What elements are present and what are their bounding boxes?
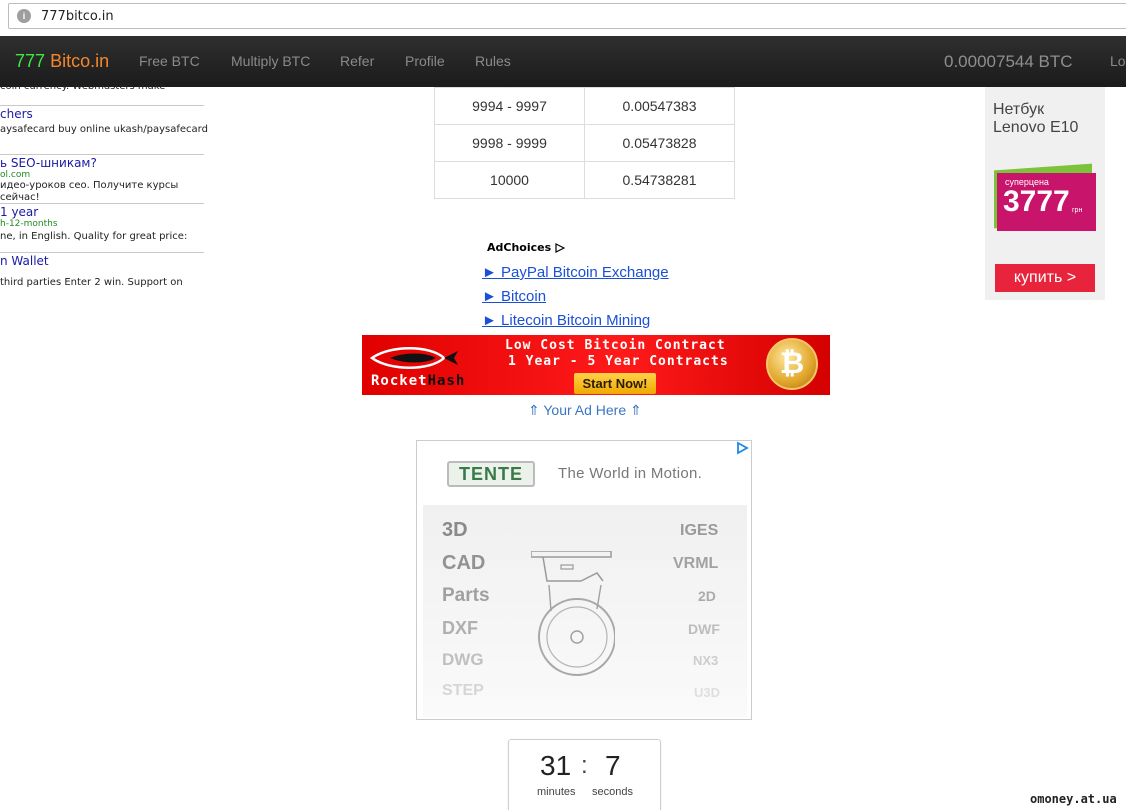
timer-minutes: 31 bbox=[540, 750, 572, 781]
nav-login-truncated[interactable]: Lo bbox=[1110, 53, 1126, 69]
countdown-timer: 31 : 7 minutes seconds bbox=[508, 739, 661, 810]
caster-wheel-icon bbox=[531, 551, 615, 676]
format-left-3d: 3D bbox=[442, 519, 468, 541]
timer-seconds-label: seconds bbox=[592, 786, 633, 798]
text-ad-desc: ne, in English. Quality for great price: bbox=[0, 231, 188, 242]
formats-panel: 3D CAD Parts DXF DWG STEP IGES VRML 2D D… bbox=[423, 505, 747, 717]
text-ad-5[interactable]: n Wallet third parties Enter 2 win. Supp… bbox=[0, 254, 204, 289]
address-bar[interactable]: i 777bitco.in bbox=[8, 3, 1126, 29]
format-right-vrml: VRML bbox=[673, 555, 719, 572]
roll-range-cell: 9994 - 9997 bbox=[434, 87, 585, 125]
bitcoin-coin-icon: ₿ bbox=[766, 338, 818, 390]
tente-tagline: The World in Motion. bbox=[558, 465, 703, 482]
text-ad-2[interactable]: chers aysafecard buy online ukash/paysaf… bbox=[0, 107, 208, 136]
adchoices-text: AdChoices bbox=[487, 241, 552, 254]
ad-link-litecoin-bitcoin-mining[interactable]: ► Litecoin Bitcoin Mining bbox=[482, 312, 650, 329]
netbook-title-line2: Lenovo E10 bbox=[993, 119, 1079, 136]
text-ad-title[interactable]: n Wallet bbox=[0, 254, 204, 268]
format-left-step: STEP bbox=[442, 682, 484, 699]
text-ad-url: ol.com bbox=[0, 170, 31, 180]
format-right-iges: IGES bbox=[680, 522, 719, 539]
table-row: 10000 0.54738281 bbox=[434, 161, 735, 199]
payout-table: 9994 - 9997 0.00547383 9998 - 9999 0.054… bbox=[434, 87, 735, 199]
text-ad-title[interactable]: ь SEO-шникам? bbox=[0, 156, 204, 170]
nav-profile[interactable]: Profile bbox=[405, 53, 445, 69]
format-right-nx3: NX3 bbox=[693, 653, 719, 668]
adchoices-icon bbox=[555, 243, 566, 253]
nav-multiply-btc[interactable]: Multiply BTC bbox=[231, 53, 310, 69]
format-left-cad: CAD bbox=[442, 552, 486, 574]
logo-rocket: Rocket bbox=[371, 373, 428, 389]
nav-free-btc[interactable]: Free BTC bbox=[139, 53, 200, 69]
banner-headline: Low Cost Bitcoin Contract bbox=[505, 338, 726, 353]
start-now-button[interactable]: Start Now! bbox=[574, 373, 656, 394]
netbook-price: 3777 bbox=[1003, 185, 1070, 218]
text-ad-3[interactable]: ь SEO-шникам? ol.com идео-уроков сео. По… bbox=[0, 156, 204, 204]
ad-info-icon[interactable] bbox=[735, 441, 749, 455]
buy-button[interactable]: купить > bbox=[995, 264, 1095, 292]
banner-subheadline: 1 Year - 5 Year Contracts bbox=[508, 354, 729, 369]
text-ad-desc: aysafecard buy online ukash/paysafecard bbox=[0, 124, 208, 135]
text-ad-desc: third parties Enter 2 win. Support on bbox=[0, 277, 183, 288]
tente-display-ad[interactable]: TENTE The World in Motion. 3D CAD Parts … bbox=[416, 440, 752, 720]
timer-separator: : bbox=[581, 752, 588, 779]
payout-cell: 0.00547383 bbox=[584, 87, 735, 125]
format-left-dwg: DWG bbox=[442, 650, 484, 669]
price-currency: грн bbox=[1072, 207, 1083, 214]
payout-cell: 0.05473828 bbox=[584, 124, 735, 162]
netbook-title: Нетбук Lenovo E10 bbox=[993, 101, 1078, 137]
adchoices-label[interactable]: AdChoices bbox=[487, 241, 566, 254]
page-root: i 777bitco.in 777 Bitco.in Free BTC Mult… bbox=[0, 0, 1126, 810]
ad-divider bbox=[0, 154, 204, 155]
logo-hash: Hash bbox=[427, 373, 466, 389]
format-right-u3d: U3D bbox=[694, 685, 721, 700]
text-ad-url: h-12-months bbox=[0, 219, 58, 229]
browser-address-bar-area: i 777bitco.in bbox=[0, 0, 1126, 34]
table-row: 9998 - 9999 0.05473828 bbox=[434, 124, 735, 162]
ad-link-bitcoin[interactable]: ► Bitcoin bbox=[482, 288, 546, 305]
watermark: omoney.at.ua bbox=[1030, 792, 1117, 806]
text-ad-4[interactable]: 1 year h-12-months ne, in English. Quali… bbox=[0, 205, 204, 243]
rockethash-banner[interactable]: RocketHash Low Cost Bitcoin Contract 1 Y… bbox=[362, 335, 830, 395]
logo-part-bitcoin: Bitco.in bbox=[50, 51, 110, 71]
rocket-logo-icon bbox=[370, 347, 458, 369]
your-ad-here-link[interactable]: ⇑ Your Ad Here ⇑ bbox=[528, 402, 642, 419]
format-right-2d: 2D bbox=[698, 588, 716, 604]
timer-minutes-label: minutes bbox=[537, 786, 576, 798]
text-ad-title[interactable]: chers bbox=[0, 107, 204, 121]
roll-range-cell: 9998 - 9999 bbox=[434, 124, 585, 162]
rockethash-logo-text: RocketHash bbox=[371, 373, 465, 389]
format-left-dxf: DXF bbox=[442, 618, 478, 638]
format-left-parts: Parts bbox=[442, 585, 490, 606]
text-ad-title[interactable]: 1 year bbox=[0, 205, 204, 219]
nav-rules[interactable]: Rules bbox=[475, 53, 511, 69]
roll-range-cell: 10000 bbox=[434, 161, 585, 199]
ad-link-paypal-bitcoin-exchange[interactable]: ► PayPal Bitcoin Exchange bbox=[482, 264, 669, 281]
format-right-dwf: DWF bbox=[688, 621, 720, 637]
table-row: 9994 - 9997 0.00547383 bbox=[434, 87, 735, 125]
text-ad-1[interactable]: coin currency. Webmasters make bbox=[0, 81, 204, 93]
top-navbar: 777 Bitco.in Free BTC Multiply BTC Refer… bbox=[0, 36, 1126, 87]
ad-divider bbox=[0, 252, 204, 253]
site-logo[interactable]: 777 Bitco.in bbox=[15, 51, 109, 72]
netbook-ad[interactable]: Нетбук Lenovo E10 суперцена 3777 грн куп… bbox=[985, 87, 1105, 300]
timer-seconds: 7 bbox=[605, 750, 621, 781]
site-info-icon[interactable]: i bbox=[17, 9, 31, 23]
ad-divider bbox=[0, 105, 204, 106]
tente-logo: TENTE bbox=[447, 461, 535, 487]
ad-divider bbox=[0, 203, 204, 204]
btc-balance: 0.00007544 BTC bbox=[944, 52, 1073, 71]
text-ad-desc: coin currency. Webmasters make bbox=[0, 81, 166, 92]
payout-cell: 0.54738281 bbox=[584, 161, 735, 199]
logo-part-777: 777 bbox=[15, 51, 46, 71]
address-url[interactable]: 777bitco.in bbox=[41, 9, 114, 24]
nav-refer[interactable]: Refer bbox=[340, 53, 374, 69]
netbook-title-line1: Нетбук bbox=[993, 101, 1045, 118]
text-ad-desc: идео-уроков сео. Получите курсы bbox=[0, 180, 179, 191]
